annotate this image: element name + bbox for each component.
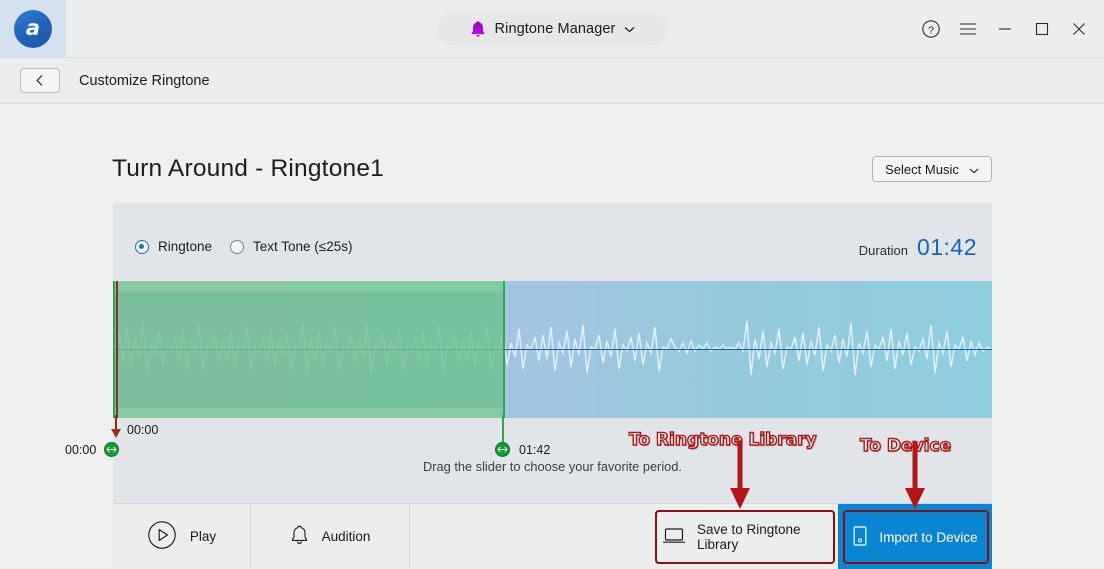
menu-icon[interactable] [957, 18, 979, 40]
selection-start-time: 00:00 [127, 423, 159, 437]
selection-left-edge[interactable] [113, 281, 115, 418]
annotation-arrow-ringtone-library [725, 441, 755, 516]
breadcrumb-title: Customize Ringtone [79, 72, 210, 89]
app-switcher-button[interactable]: Ringtone Manager [437, 13, 668, 45]
bell-outline-icon [290, 524, 309, 549]
close-icon[interactable] [1068, 18, 1090, 40]
audition-button-label: Audition [321, 529, 371, 544]
duration-display: Duration 01:42 [859, 234, 977, 261]
maximize-icon[interactable] [1031, 18, 1053, 40]
svg-text:?: ? [928, 24, 934, 36]
radio-indicator-icon [135, 239, 149, 254]
app-switcher-label: Ringtone Manager [494, 21, 616, 37]
select-music-label: Select Music [885, 161, 959, 177]
waveform-track[interactable] [113, 281, 992, 418]
end-marker-line [502, 415, 504, 443]
title-bar: a Ringtone Manager ? [0, 0, 1104, 58]
app-logo: a [0, 0, 66, 58]
ringtone-manager-window: a Ringtone Manager ? Customize Ringtone … [0, 0, 1104, 569]
options-row: Ringtone Text Tone (≤25s) Duration 01:42 [113, 203, 992, 283]
selection-overlay[interactable] [113, 281, 505, 418]
back-button[interactable] [20, 68, 60, 93]
ringtone-editor-panel: Ringtone Text Tone (≤25s) Duration 01:42 [65, 203, 992, 569]
annotation-arrow-device [900, 441, 930, 516]
selection-end-time: 01:42 [519, 443, 551, 457]
chevron-left-icon [36, 75, 43, 86]
trim-start-handle[interactable] [104, 442, 119, 457]
play-button-label: Play [189, 529, 217, 544]
phone-icon [852, 525, 868, 550]
action-bar-spacer [410, 504, 662, 569]
playhead-line [116, 281, 118, 418]
radio-ringtone[interactable]: Ringtone [135, 239, 212, 254]
selection-right-edge[interactable] [503, 281, 505, 418]
duration-value: 01:42 [916, 234, 977, 260]
window-controls: ? [920, 0, 1090, 58]
selection-inner [113, 291, 505, 408]
playhead-marker-icon [111, 429, 121, 438]
import-button-label: Import to Device [879, 529, 978, 545]
radio-text-tone-label: Text Tone (≤25s) [253, 239, 353, 254]
minimize-icon[interactable] [994, 18, 1016, 40]
radio-ringtone-label: Ringtone [158, 239, 213, 254]
help-icon[interactable]: ? [920, 18, 942, 40]
app-logo-glyph: a [14, 9, 52, 48]
radio-indicator-icon [230, 239, 244, 254]
left-right-arrow-icon [497, 446, 508, 453]
page-title: Turn Around - Ringtone1 [112, 155, 384, 182]
laptop-icon [662, 527, 686, 547]
trim-end-handle[interactable] [495, 442, 510, 457]
duration-label: Duration [858, 243, 908, 258]
left-right-arrow-icon [106, 446, 117, 453]
select-music-button[interactable]: Select Music [872, 156, 992, 182]
play-circle-icon [147, 520, 177, 553]
radio-text-tone[interactable]: Text Tone (≤25s) [230, 239, 352, 254]
annotation-label-ringtone-library: To Ringtone Library [628, 429, 817, 450]
chevron-down-icon [624, 20, 635, 38]
track-start-time: 00:00 [65, 443, 97, 457]
chevron-down-icon [969, 162, 979, 177]
editor-action-bar: Play Audition Save to Ringtone Library I… [113, 503, 992, 569]
play-button[interactable]: Play [113, 504, 251, 569]
bell-icon [470, 20, 486, 38]
save-button-label: Save to Ringtone Library [697, 522, 801, 552]
breadcrumb: Customize Ringtone [0, 58, 1104, 104]
audition-button[interactable]: Audition [251, 504, 410, 569]
slider-hint-text: Drag the slider to choose your favorite … [423, 459, 682, 474]
